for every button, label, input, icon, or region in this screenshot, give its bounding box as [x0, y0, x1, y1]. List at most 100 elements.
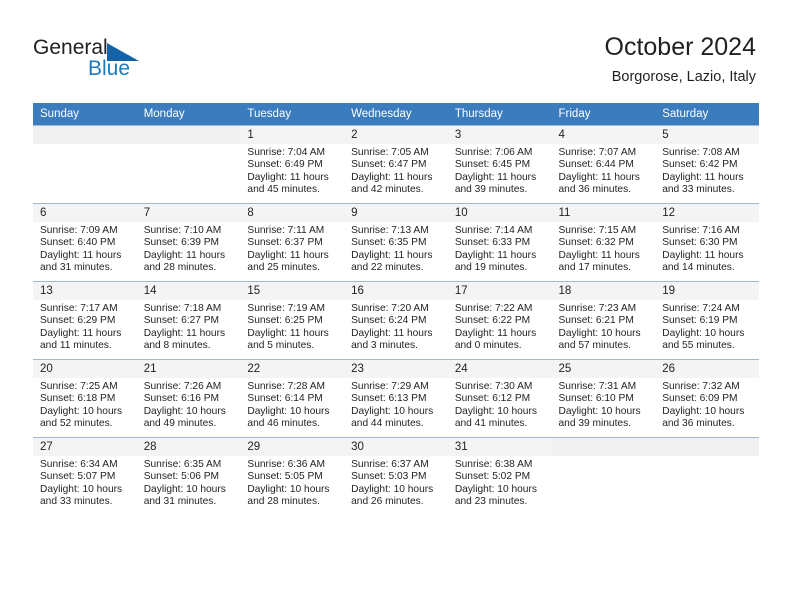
daylight-line-1: Daylight: 10 hours — [40, 405, 123, 417]
day-number: 8 — [240, 204, 345, 222]
sunrise-line: Sunrise: 7:07 AM — [558, 147, 637, 158]
day-number: 5 — [655, 126, 759, 144]
calendar-day-cell[interactable]: 18 Sunrise: 7:23 AM Sunset: 6:21 PM Dayligh… — [551, 281, 656, 359]
day-detail-lines: Sunrise: 7:07 AM Sunset: 6:44 PM Daylight:… — [552, 144, 656, 197]
calendar-day-cell[interactable]: 29 Sunrise: 6:36 AM Sunset: 5:05 PM Dayligh… — [240, 437, 345, 515]
sunset-line: Sunset: 6:21 PM — [558, 315, 634, 327]
calendar-day-cell[interactable]: 16 Sunrise: 7:20 AM Sunset: 6:24 PM Dayligh… — [344, 281, 448, 359]
calendar-day-cell[interactable]: 17 Sunrise: 7:22 AM Sunset: 6:22 PM Dayligh… — [447, 281, 552, 359]
sunrise-line: Sunrise: 7:30 AM — [454, 381, 533, 392]
sunset-line: Sunset: 6:39 PM — [143, 237, 220, 249]
sunset-line: Sunset: 5:06 PM — [143, 471, 220, 483]
calendar-day-cell[interactable]: 11 Sunrise: 7:15 AM Sunset: 6:32 PM Dayligh… — [551, 203, 656, 281]
day-cell-inner: 20 Sunrise: 7:25 AM Sunset: 6:18 PM Dayligh… — [33, 359, 137, 437]
sunrise-line: Sunrise: 6:37 AM — [351, 459, 429, 470]
daylight-line-1: Daylight: 11 hours — [247, 249, 329, 261]
sunset-line: Sunset: 6:22 PM — [454, 315, 531, 327]
calendar-day-cell[interactable]: 19 Sunrise: 7:24 AM Sunset: 6:19 PM Dayligh… — [655, 281, 759, 359]
daylight-line-2: and 5 minutes. — [247, 340, 315, 352]
calendar-day-cell[interactable]: 22 Sunrise: 7:28 AM Sunset: 6:14 PM Dayligh… — [240, 359, 345, 437]
day-detail-lines — [137, 144, 241, 147]
calendar-day-cell[interactable]: 15 Sunrise: 7:19 AM Sunset: 6:25 PM Dayligh… — [240, 281, 345, 359]
calendar-day-cell[interactable]: 12 Sunrise: 7:16 AM Sunset: 6:30 PM Dayligh… — [655, 203, 759, 281]
daylight-line-2: and 17 minutes. — [558, 262, 632, 274]
sunrise-sunset-calendar-table: Sunday Monday Tuesday Wednesday Thursday… — [33, 103, 759, 515]
day-detail-lines — [552, 456, 656, 459]
day-number: 22 — [240, 360, 345, 378]
page-title: October 2024 — [604, 33, 757, 61]
calendar-day-cell[interactable]: 7 Sunrise: 7:10 AM Sunset: 6:39 PM Daylight… — [136, 203, 241, 281]
daylight-line-1: Daylight: 10 hours — [351, 483, 434, 495]
calendar-day-cell[interactable]: 1 Sunrise: 7:04 AM Sunset: 6:49 PM Daylight… — [240, 125, 345, 203]
sunset-line: Sunset: 6:13 PM — [351, 393, 427, 405]
day-cell-inner: 11 Sunrise: 7:15 AM Sunset: 6:32 PM Dayligh… — [551, 203, 656, 281]
calendar-week-row: 6 Sunrise: 7:09 AM Sunset: 6:40 PM Daylight… — [33, 203, 759, 281]
day-detail-lines: Sunrise: 7:32 AM Sunset: 6:09 PM Daylight:… — [655, 378, 759, 431]
page-subtitle: Borgorose, Lazio, Italy — [611, 69, 756, 85]
daylight-line-1: Daylight: 11 hours — [662, 171, 744, 183]
daylight-line-1: Daylight: 11 hours — [247, 171, 329, 183]
day-cell-inner: 26 Sunrise: 7:32 AM Sunset: 6:09 PM Dayligh… — [655, 359, 759, 437]
day-number: 3 — [447, 126, 552, 144]
calendar-day-cell[interactable]: 31 Sunrise: 6:38 AM Sunset: 5:02 PM Dayligh… — [447, 437, 552, 515]
day-number: 28 — [136, 438, 241, 456]
calendar-day-cell[interactable]: 26 Sunrise: 7:32 AM Sunset: 6:09 PM Dayligh… — [655, 359, 759, 437]
daylight-line-1: Daylight: 10 hours — [351, 405, 434, 417]
daylight-line-2: and 33 minutes. — [662, 184, 735, 196]
day-detail-lines: Sunrise: 7:05 AM Sunset: 6:47 PM Daylight:… — [344, 144, 448, 197]
daylight-line-2: and 25 minutes. — [247, 262, 320, 274]
calendar-day-cell[interactable]: 2 Sunrise: 7:05 AM Sunset: 6:47 PM Daylight… — [344, 125, 448, 203]
calendar-day-cell[interactable]: 21 Sunrise: 7:26 AM Sunset: 6:16 PM Dayligh… — [136, 359, 241, 437]
daylight-line-1: Daylight: 11 hours — [454, 171, 537, 183]
daylight-line-2: and 22 minutes. — [351, 262, 424, 274]
daylight-line-1: Daylight: 11 hours — [143, 249, 226, 261]
day-detail-lines: Sunrise: 7:22 AM Sunset: 6:22 PM Daylight:… — [448, 300, 552, 353]
calendar-day-cell[interactable]: 25 Sunrise: 7:31 AM Sunset: 6:10 PM Dayligh… — [551, 359, 656, 437]
daylight-line-2: and 19 minutes. — [454, 262, 528, 274]
calendar-day-cell[interactable]: 6 Sunrise: 7:09 AM Sunset: 6:40 PM Daylight… — [33, 203, 137, 281]
calendar-day-cell[interactable]: 27 Sunrise: 6:34 AM Sunset: 5:07 PM Dayligh… — [33, 437, 137, 515]
calendar-day-cell[interactable]: 5 Sunrise: 7:08 AM Sunset: 6:42 PM Daylight… — [655, 125, 759, 203]
calendar-day-cell[interactable]: 8 Sunrise: 7:11 AM Sunset: 6:37 PM Daylight… — [240, 203, 345, 281]
day-detail-lines: Sunrise: 7:08 AM Sunset: 6:42 PM Daylight:… — [655, 144, 759, 197]
daylight-line-2: and 8 minutes. — [143, 340, 211, 352]
sunrise-line: Sunrise: 7:06 AM — [454, 147, 533, 158]
sunset-line: Sunset: 6:19 PM — [662, 315, 738, 327]
day-cell-inner: 25 Sunrise: 7:31 AM Sunset: 6:10 PM Dayligh… — [551, 359, 656, 437]
daylight-line-2: and 49 minutes. — [143, 418, 217, 430]
calendar-day-cell[interactable]: 24 Sunrise: 7:30 AM Sunset: 6:12 PM Dayligh… — [447, 359, 552, 437]
calendar-day-cell[interactable]: 30 Sunrise: 6:37 AM Sunset: 5:03 PM Dayligh… — [344, 437, 448, 515]
day-cell-inner: 13 Sunrise: 7:17 AM Sunset: 6:29 PM Dayligh… — [33, 281, 137, 359]
sunrise-line: Sunrise: 7:04 AM — [247, 147, 325, 158]
daylight-line-2: and 31 minutes. — [40, 262, 113, 274]
calendar-day-cell[interactable]: 4 Sunrise: 7:07 AM Sunset: 6:44 PM Daylight… — [551, 125, 656, 203]
day-number: 10 — [447, 204, 552, 222]
title-block: October 2024 Borgorose, Lazio, Italy — [605, 32, 757, 88]
calendar-day-cell[interactable]: 28 Sunrise: 6:35 AM Sunset: 5:06 PM Dayligh… — [136, 437, 241, 515]
day-cell-inner — [551, 437, 656, 515]
sunrise-line: Sunrise: 6:36 AM — [247, 459, 325, 470]
sunrise-line: Sunrise: 6:35 AM — [143, 459, 222, 470]
day-number: 9 — [344, 204, 448, 222]
calendar-day-cell[interactable]: 9 Sunrise: 7:13 AM Sunset: 6:35 PM Daylight… — [344, 203, 448, 281]
calendar-day-cell[interactable]: 14 Sunrise: 7:18 AM Sunset: 6:27 PM Dayligh… — [136, 281, 241, 359]
calendar-day-cell[interactable]: 3 Sunrise: 7:06 AM Sunset: 6:45 PM Daylight… — [447, 125, 552, 203]
calendar-day-cell[interactable]: 10 Sunrise: 7:14 AM Sunset: 6:33 PM Dayligh… — [447, 203, 552, 281]
day-number: 7 — [136, 204, 241, 222]
day-cell-inner: 29 Sunrise: 6:36 AM Sunset: 5:05 PM Dayligh… — [240, 437, 345, 515]
calendar-day-cell[interactable]: 23 Sunrise: 7:29 AM Sunset: 6:13 PM Dayligh… — [344, 359, 448, 437]
day-detail-lines: Sunrise: 7:28 AM Sunset: 6:14 PM Daylight:… — [240, 378, 344, 431]
daylight-line-2: and 31 minutes. — [143, 496, 217, 508]
sunrise-line: Sunrise: 7:14 AM — [454, 225, 533, 236]
day-number: 24 — [447, 360, 552, 378]
sunset-line: Sunset: 6:35 PM — [351, 237, 427, 249]
day-number: 15 — [240, 282, 345, 300]
daylight-line-1: Daylight: 10 hours — [662, 405, 745, 417]
sunrise-line: Sunrise: 7:13 AM — [351, 225, 429, 236]
sunrise-line: Sunrise: 7:05 AM — [351, 147, 429, 158]
calendar-day-cell[interactable]: 13 Sunrise: 7:17 AM Sunset: 6:29 PM Dayligh… — [33, 281, 137, 359]
general-blue-logo[interactable]: General Blue — [33, 36, 213, 84]
calendar-day-cell[interactable]: 20 Sunrise: 7:25 AM Sunset: 6:18 PM Dayligh… — [33, 359, 137, 437]
weekday-header-thursday: Thursday — [447, 103, 552, 125]
day-detail-lines: Sunrise: 7:25 AM Sunset: 6:18 PM Daylight:… — [33, 378, 137, 431]
